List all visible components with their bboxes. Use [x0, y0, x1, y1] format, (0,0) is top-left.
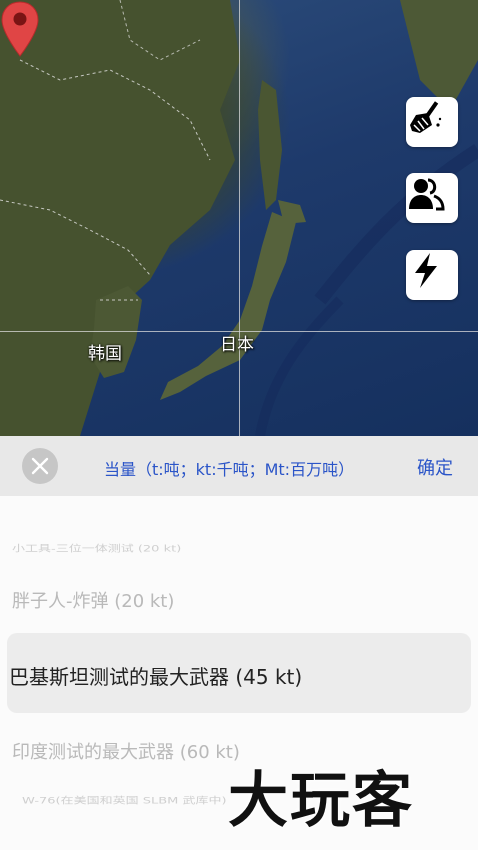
lightning-icon [415, 253, 437, 288]
map-label-korea: 韩国 [88, 344, 122, 364]
watermark: 大玩客 [228, 766, 414, 836]
picker-option[interactable]: W-76(在美国和英国 SLBM 武库中) [22, 793, 227, 807]
satellite-map[interactable]: 韩国 日本 [0, 0, 478, 436]
picker-title: 当量（t:吨；kt:千吨；Mt:百万吨） [104, 460, 355, 479]
close-button[interactable] [22, 448, 58, 484]
picker-option[interactable]: 印度测试的最大武器 (60 kt) [12, 738, 240, 764]
map-label-japan: 日本 [220, 335, 254, 355]
picker-option-selected[interactable]: 巴基斯坦测试的最大武器 (45 kt) [9, 661, 302, 690]
people-button[interactable] [406, 173, 458, 223]
picker-option[interactable]: 胖子人-炸弹 (20 kt) [12, 587, 174, 613]
picker-toolbar: 当量（t:吨；kt:千吨；Mt:百万吨） 确定 [0, 436, 478, 496]
clear-button[interactable] [406, 97, 458, 147]
close-icon [31, 457, 49, 475]
confirm-button[interactable]: 确定 [417, 454, 453, 480]
detonate-button[interactable] [406, 250, 458, 300]
location-pin-icon[interactable] [0, 0, 40, 60]
people-icon [409, 178, 445, 211]
crosshair-vertical [239, 0, 240, 436]
picker-option[interactable]: 小工具-三位一体测试 (20 kt) [12, 541, 181, 555]
broom-icon [410, 101, 442, 133]
